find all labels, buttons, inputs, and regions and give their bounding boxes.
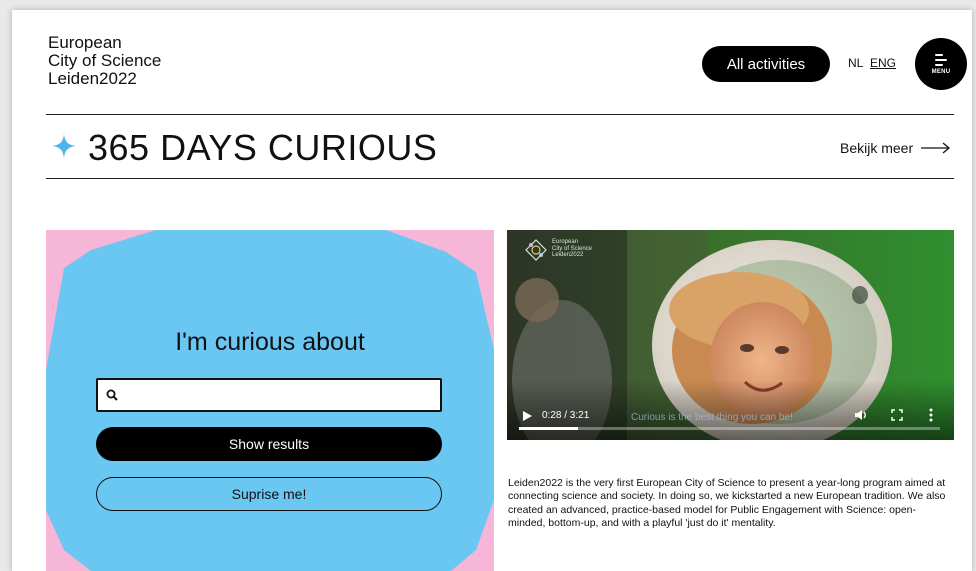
logo-line-2: City of Science	[48, 51, 162, 70]
hamburger-icon	[935, 53, 947, 66]
video-logo: European City of Science Leiden2022	[525, 239, 592, 261]
fullscreen-icon[interactable]	[891, 409, 903, 421]
search-input[interactable]	[118, 380, 440, 410]
lang-eng-link[interactable]: ENG	[870, 56, 896, 70]
lang-nl-link[interactable]: NL	[848, 56, 863, 70]
video-logo-line-3: Leiden2022	[552, 252, 584, 258]
page: European City of Science Leiden2022 All …	[12, 10, 972, 571]
intro-description: Leiden2022 is the very first European Ci…	[508, 477, 946, 530]
see-more-label: Bekijk meer	[840, 140, 914, 156]
search-heading: I'm curious about	[175, 328, 365, 356]
volume-icon[interactable]	[854, 408, 868, 422]
city-of-science-logo-icon	[525, 239, 547, 261]
surprise-me-button[interactable]: Suprise me!	[96, 477, 442, 511]
sparkle-star-icon	[52, 134, 76, 158]
menu-button[interactable]: MENU	[915, 38, 967, 90]
search-icon	[106, 389, 118, 401]
more-options-icon[interactable]	[929, 408, 933, 422]
show-results-button[interactable]: Show results	[96, 427, 442, 461]
search-field[interactable]	[96, 378, 442, 412]
header-divider	[46, 114, 954, 115]
video-player[interactable]: European City of Science Leiden2022 0:28…	[507, 230, 954, 440]
video-controls: 0:28 / 3:21 Curious is the best thing yo…	[507, 400, 954, 440]
logo-line-3: Leiden2022	[48, 69, 137, 88]
video-progress-bar[interactable]	[519, 427, 940, 430]
banner-divider	[46, 178, 954, 179]
site-logo[interactable]: European City of Science Leiden2022	[48, 34, 161, 88]
video-caption: Curious is the best thing you can be!	[631, 412, 793, 423]
see-more-link[interactable]: Bekijk meer	[840, 140, 951, 156]
menu-label: MENU	[931, 68, 951, 75]
banner-title: 365 DAYS CURIOUS	[88, 127, 438, 168]
logo-line-1: European	[48, 33, 122, 52]
all-activities-button[interactable]: All activities	[702, 46, 830, 82]
video-progress-fill	[519, 427, 578, 430]
video-time: 0:28 / 3:21	[542, 410, 590, 421]
play-icon[interactable]	[521, 410, 533, 422]
arrow-right-icon	[921, 142, 951, 154]
